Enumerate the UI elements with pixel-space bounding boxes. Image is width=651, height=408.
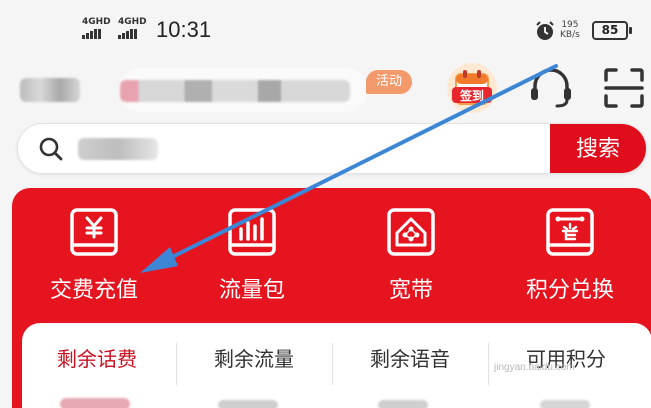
points-value-blurred [540,400,590,408]
alarm-icon [536,21,554,40]
network-speed: 195 KB/s [560,20,580,40]
watermark: jingyan.baidu.com [494,362,575,373]
battery-level: 85 [601,23,619,37]
signal-indicator-1: 4GHD [82,18,111,39]
customer-service-icon[interactable] [527,64,575,112]
signal-indicator-2: 4GHD [118,18,147,39]
signal-bars-icon [118,29,147,39]
service-points-exchange[interactable]: 积分兑换 [500,207,640,304]
service-pay-recharge[interactable]: 交费充值 [24,207,164,304]
battery-icon: 85 [592,21,632,40]
search-input[interactable] [78,138,158,160]
status-bar: 4GHD 4GHD 10:31 195 KB/s 85 [0,0,651,60]
points-card-icon [546,208,594,256]
speed-unit: KB/s [560,30,580,40]
service-label: 宽带 [388,278,433,303]
tab-remaining-voice[interactable]: 剩余语音 [333,345,487,373]
signal-bars-icon [82,29,111,39]
data-value-blurred [218,400,278,408]
balance-value-blurred [60,398,130,408]
search-button[interactable]: 搜索 [550,124,646,173]
user-info-blurred [120,80,350,102]
yuan-receipt-icon [70,208,118,256]
check-in-label: 签到 [459,88,484,103]
service-label: 流量包 [218,278,285,303]
service-label: 交费充值 [49,278,138,303]
check-in-calendar-icon[interactable]: 签到 [446,62,498,114]
search-bar[interactable]: 搜索 [17,123,647,174]
network-type-label: 4GHD [118,17,147,27]
service-data-package[interactable]: 流量包 [182,207,322,304]
service-broadband[interactable]: 宽带 [341,207,481,304]
search-icon [39,137,63,161]
network-type-label: 4GHD [82,17,111,27]
service-label: 积分兑换 [525,278,614,303]
tab-remaining-balance[interactable]: 剩余话费 [20,345,174,373]
broadband-house-icon [387,208,435,256]
scan-icon[interactable] [603,67,645,109]
tab-remaining-data[interactable]: 剩余流量 [177,345,331,373]
clock: 10:31 [156,17,212,42]
activity-badge[interactable]: 活动 [366,70,412,94]
voice-value-blurred [378,400,428,408]
location-blurred[interactable] [20,78,80,102]
speed-value: 195 [561,20,579,30]
data-bars-icon [228,208,276,256]
